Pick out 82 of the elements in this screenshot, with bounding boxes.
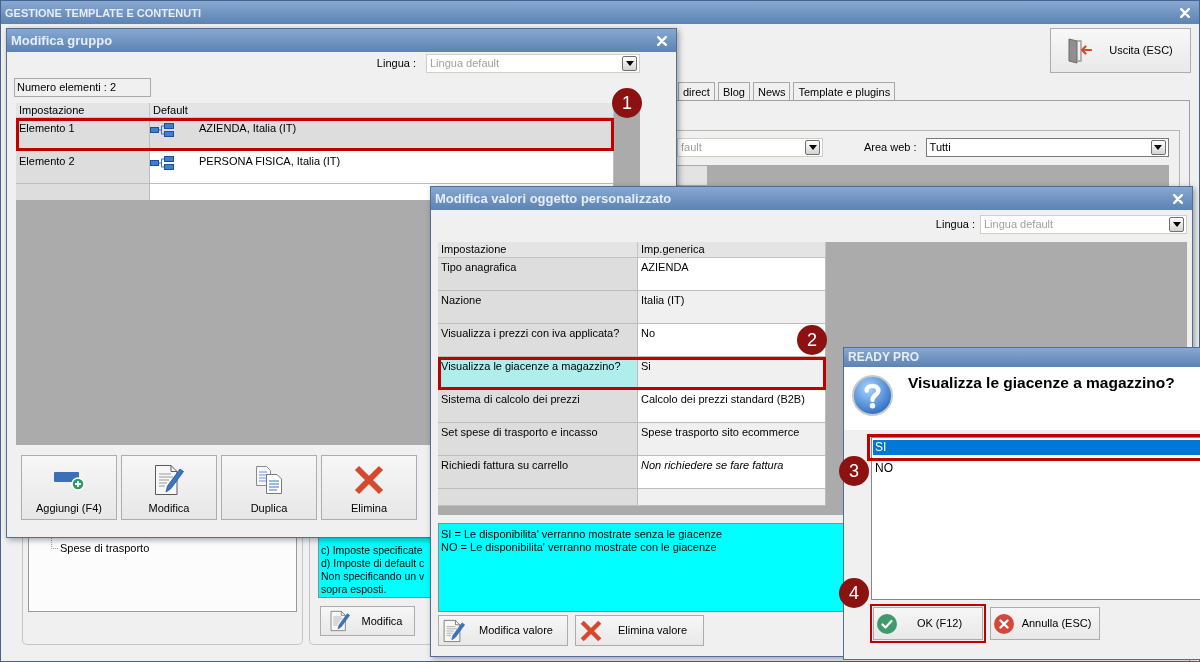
- delete-x-icon: [354, 465, 384, 495]
- table-cell: Sistema di calcolo dei prezzi: [438, 390, 638, 423]
- close-icon: [1180, 7, 1190, 18]
- close-button[interactable]: [1171, 191, 1185, 206]
- question-text: Visualizza le giacenze a magazzino?: [908, 373, 1175, 392]
- window-title: GESTIONE TEMPLATE E CONTENUTI: [5, 5, 201, 20]
- header-cell: [677, 166, 707, 185]
- table-cell: Set spese di trasporto e incasso: [438, 423, 638, 456]
- table-cell: Italia (IT): [638, 291, 826, 324]
- count-field: Numero elementi : 2: [14, 78, 151, 97]
- table-cell: Nazione: [438, 291, 638, 324]
- tab[interactable]: Blog: [717, 82, 750, 100]
- cancel-icon: [994, 613, 1014, 634]
- add-icon: [53, 469, 85, 491]
- table-cell: Spese trasporto sito ecommerce: [638, 423, 826, 456]
- delete-x-icon: [580, 619, 602, 642]
- column-header: Default: [150, 103, 614, 118]
- exit-button[interactable]: Uscita (ESC): [1050, 28, 1191, 73]
- door-arrow-icon: [1068, 37, 1092, 64]
- cancel-button[interactable]: Annulla (ESC): [990, 607, 1100, 640]
- hierarchy-icon: [150, 156, 174, 170]
- table-cell: Non richiedere se fare fattura: [638, 456, 826, 489]
- tab[interactable]: direct: [678, 82, 715, 100]
- edit-button[interactable]: Modifica: [320, 606, 415, 636]
- column-header: Impostazione: [438, 242, 638, 258]
- edit-button[interactable]: Modifica: [121, 455, 217, 520]
- table-cell: Visualizza le giacenze a magazzino?: [438, 357, 638, 390]
- field-label: Area web :: [864, 141, 917, 154]
- close-button[interactable]: [1178, 5, 1192, 20]
- duplicate-button[interactable]: Duplica: [221, 455, 317, 520]
- tree-item[interactable]: Spese di trasporto: [59, 542, 150, 555]
- question-icon: [852, 375, 893, 416]
- edit-document-icon: [154, 464, 184, 496]
- delete-button[interactable]: Elimina: [321, 455, 417, 520]
- info-text: NO = Le disponibilita' verranno mostrate con le giacenze: [441, 541, 718, 554]
- field-label: Lingua :: [376, 57, 416, 70]
- column-header: Impostazione: [16, 103, 150, 118]
- info-text: sopra esposti.: [321, 583, 388, 596]
- caret-icon: [1172, 222, 1181, 227]
- info-text: d) Imposte di default c: [321, 557, 426, 570]
- tab[interactable]: Template e plugins: [793, 82, 896, 100]
- copy-documents-icon: [255, 465, 283, 495]
- cell-text: PERSONA FISICA, Italia (IT): [199, 155, 341, 168]
- step-badge: 3: [839, 456, 869, 486]
- table-cell: AZIENDA: [638, 258, 826, 291]
- info-text: c) Imposte specificate: [321, 544, 424, 557]
- table-cell: Richiedi fattura su carrello: [438, 456, 638, 489]
- field-label: Lingua :: [935, 218, 975, 231]
- window-title: Modifica valori oggetto personalizzato: [435, 190, 672, 207]
- info-text: SI = Le disponibilita' verranno mostrate senza le giacenze: [441, 528, 724, 541]
- table-cell: Tipo anagrafica: [438, 258, 638, 291]
- info-text: Non specificando un v: [321, 570, 426, 583]
- table-cell: Visualizza i prezzi con iva applicata?: [438, 324, 638, 357]
- close-icon: [1173, 193, 1183, 204]
- step-badge: 4: [839, 578, 869, 608]
- list-option[interactable]: SI: [873, 440, 1200, 455]
- delete-button[interactable]: Elimina valore: [575, 615, 704, 646]
- list-option[interactable]: NO: [873, 461, 1200, 476]
- table-cell: Elemento 1: [16, 118, 150, 151]
- edit-button[interactable]: Modifica valore: [438, 615, 568, 646]
- cell-text: AZIENDA, Italia (IT): [199, 122, 297, 135]
- caret-icon: [808, 145, 817, 150]
- edit-document-icon: [443, 618, 465, 643]
- close-button[interactable]: [655, 33, 669, 48]
- edit-document-icon: [330, 610, 350, 632]
- caret-icon: [625, 61, 634, 66]
- ok-button[interactable]: OK (F12): [873, 607, 983, 640]
- caret-icon: [1154, 145, 1163, 150]
- hierarchy-icon: [150, 123, 174, 137]
- table-cell: Elemento 2: [16, 151, 150, 184]
- check-icon: [877, 613, 897, 634]
- tab[interactable]: News: [752, 82, 791, 100]
- dropdown-button[interactable]: [1150, 140, 1166, 155]
- dropdown-field[interactable]: Tutti: [925, 138, 1169, 157]
- table-cell: Calcolo dei prezzi standard (B2B): [638, 390, 826, 423]
- step-badge: 1: [612, 88, 642, 118]
- window-title: Modifica gruppo: [11, 32, 113, 49]
- close-icon: [657, 35, 667, 46]
- add-button[interactable]: Aggiungi (F4): [21, 455, 117, 520]
- window-title: READY PRO: [848, 350, 920, 365]
- column-header: Imp.generica: [638, 242, 826, 258]
- table-cell: Si: [638, 357, 826, 390]
